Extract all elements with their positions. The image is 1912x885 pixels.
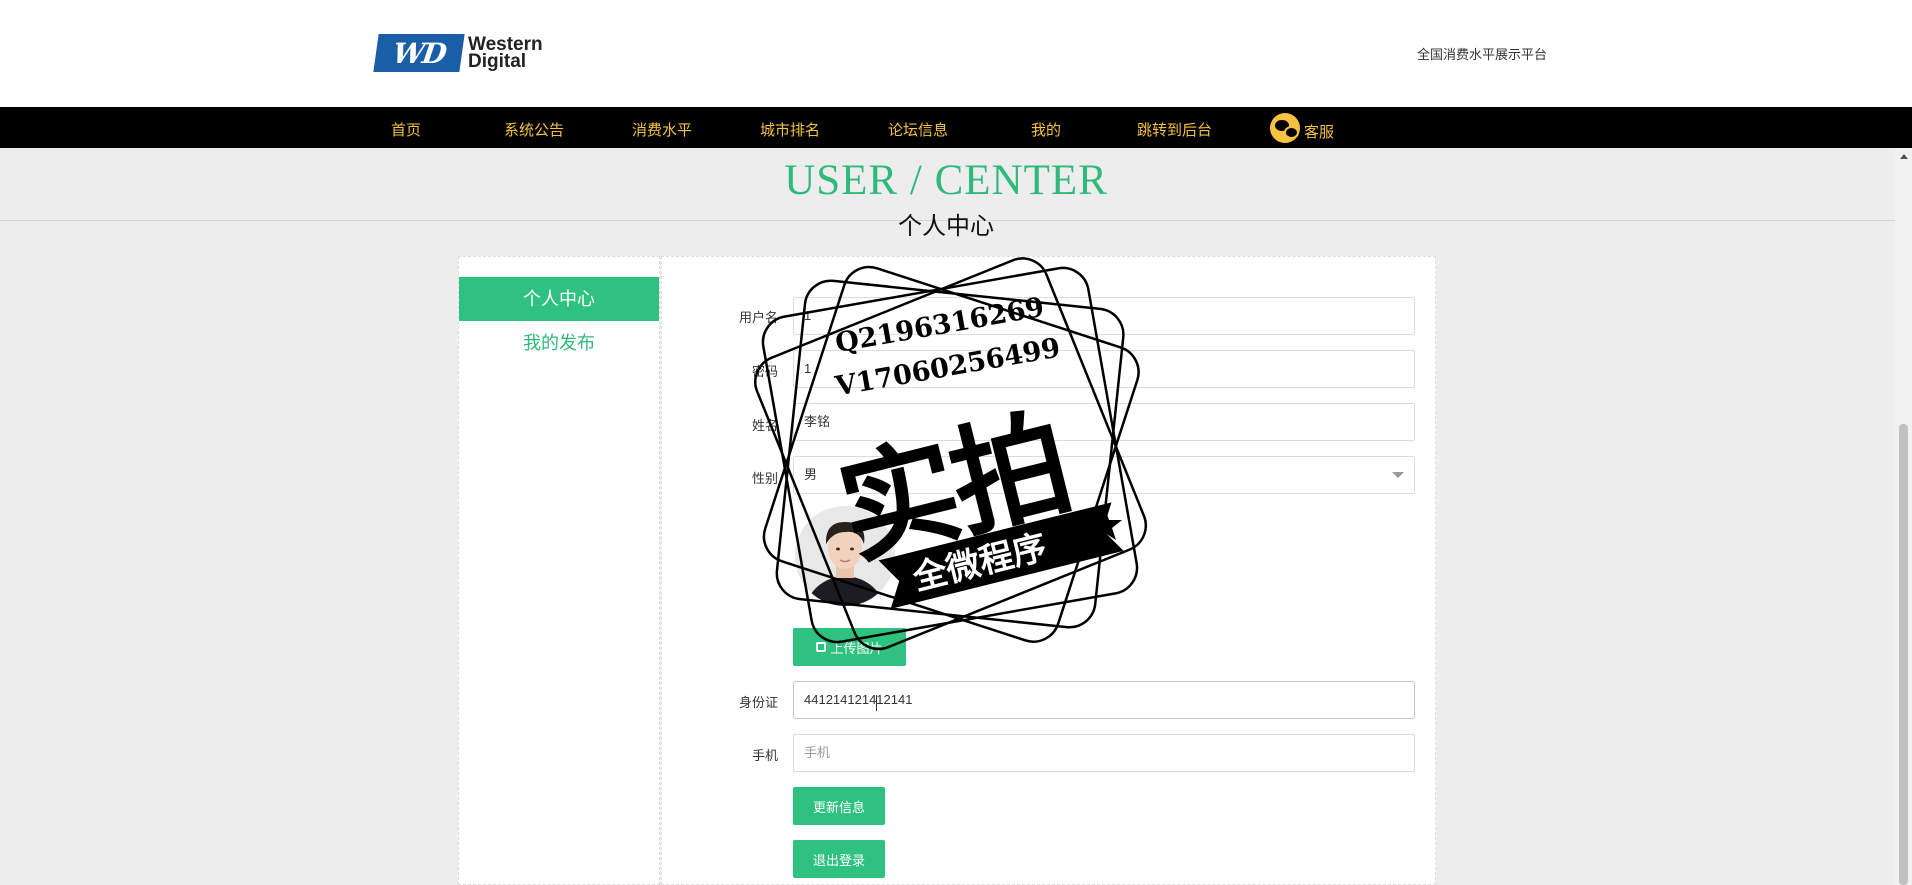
upload-icon	[816, 642, 827, 652]
page-scrollbar[interactable]	[1895, 148, 1912, 885]
password-label: 密码	[751, 364, 778, 379]
logout-button[interactable]: 退出登录	[793, 840, 885, 878]
wd-logo-mark: WD	[373, 34, 465, 72]
nav-item-mine[interactable]: 我的	[1031, 119, 1061, 140]
nav-item-city-ranking[interactable]: 城市排名	[760, 119, 820, 140]
name-label: 姓名	[751, 418, 778, 433]
sidebar-menu: 个人中心 我的发布	[458, 256, 660, 885]
gender-select[interactable]: 男	[793, 456, 1415, 494]
nav-item-announcements[interactable]: 系统公告	[504, 119, 564, 140]
upload-image-button[interactable]: 上传图片	[793, 628, 906, 666]
id-card-label: 身份证	[738, 695, 778, 710]
sidebar-item-user-center[interactable]: 个人中心	[459, 277, 659, 321]
nav-item-home[interactable]: 首页	[391, 119, 421, 140]
gender-select-value: 男	[804, 467, 818, 482]
name-input[interactable]: 李铭	[793, 403, 1415, 441]
password-input[interactable]: 1	[793, 350, 1415, 388]
main-nav: 首页 系统公告 消费水平 城市排名 论坛信息 我的 跳转到后台 客服	[0, 107, 1912, 148]
page-title-cn: 个人中心	[898, 213, 994, 240]
logo-wordmark: Western Digital	[468, 35, 543, 72]
wechat-icon	[1270, 113, 1300, 143]
customer-service-link[interactable]: 客服	[1270, 112, 1334, 144]
avatar-preview	[795, 506, 895, 606]
scroll-thumb[interactable]	[1899, 424, 1908, 885]
gender-label: 性别	[751, 471, 778, 486]
platform-name: 全国消费水平展示平台	[1417, 47, 1548, 62]
username-input[interactable]: 1	[793, 297, 1415, 335]
page-title-en: USER / CENTER	[784, 157, 1108, 204]
scroll-up-icon[interactable]	[1900, 154, 1908, 159]
nav-item-consumption[interactable]: 消费水平	[632, 119, 692, 140]
nav-item-forum[interactable]: 论坛信息	[888, 119, 948, 140]
logo-line-2: Digital	[468, 51, 527, 72]
phone-input[interactable]: 手机	[793, 734, 1415, 772]
username-label: 用户名	[738, 310, 778, 325]
phone-label: 手机	[751, 748, 778, 763]
western-digital-logo[interactable]: WD Western Digital	[373, 34, 566, 72]
customer-service-label: 客服	[1304, 123, 1335, 141]
nav-item-admin[interactable]: 跳转到后台	[1137, 119, 1212, 140]
update-info-button[interactable]: 更新信息	[793, 787, 885, 825]
chevron-down-icon	[1392, 472, 1404, 478]
sidebar-item-my-posts[interactable]: 我的发布	[459, 321, 659, 365]
upload-button-label: 上传图片	[830, 640, 883, 656]
site-header: WD Western Digital 全国消费水平展示平台	[0, 0, 1912, 107]
text-cursor-icon	[873, 695, 881, 711]
id-card-input[interactable]: 441214121412141	[793, 681, 1415, 719]
avatar-image	[795, 506, 895, 606]
